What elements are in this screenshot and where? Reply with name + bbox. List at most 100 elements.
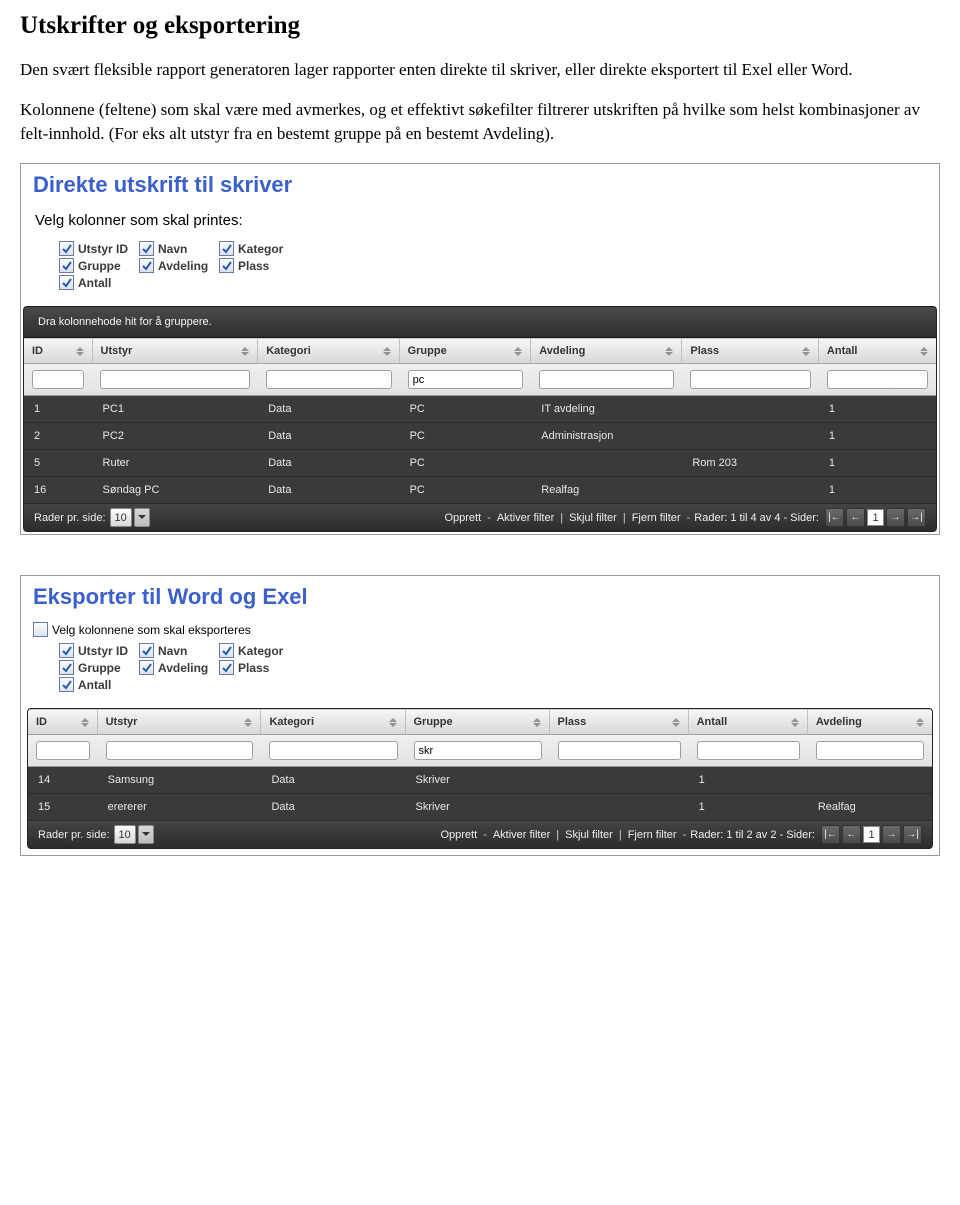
first-page-button[interactable]: |← <box>821 825 840 844</box>
fjern-filter-link[interactable]: Fjern filter <box>628 829 677 841</box>
aktiver-filter-link[interactable]: Aktiver filter <box>493 829 550 841</box>
table-cell: Administrasjon <box>531 423 682 449</box>
filter-gruppe[interactable] <box>414 741 542 760</box>
table-cell: IT avdeling <box>531 396 682 422</box>
filter-antall[interactable] <box>697 741 800 760</box>
table-cell: Data <box>261 767 405 793</box>
prev-page-button[interactable]: ← <box>842 825 861 844</box>
export-outer-checkbox[interactable]: Velg kolonnene som skal eksporteres <box>21 614 939 639</box>
skjul-filter-link[interactable]: Skjul filter <box>569 512 617 524</box>
cb-kategor[interactable]: Kategor <box>219 643 293 658</box>
sort-icon <box>81 718 89 727</box>
col-utstyr[interactable]: Utstyr <box>93 339 259 363</box>
rows-per-page-select[interactable]: 10 <box>114 825 136 844</box>
sort-icon <box>244 718 252 727</box>
filter-plass[interactable] <box>558 741 681 760</box>
table-row[interactable]: 5RuterDataPCRom 2031 <box>24 450 936 477</box>
cb-antall[interactable]: Antall <box>59 677 133 692</box>
table-cell: erererer <box>98 794 262 820</box>
col-gruppe[interactable]: Gruppe <box>406 710 550 734</box>
cb-plass[interactable]: Plass <box>219 660 293 675</box>
col-kategori[interactable]: Kategori <box>258 339 399 363</box>
cb-plass[interactable]: Plass <box>219 258 293 273</box>
intro-paragraph-2: Kolonnene (feltene) som skal være med av… <box>20 98 940 146</box>
filter-avdeling[interactable] <box>539 370 674 389</box>
check-icon <box>59 643 74 658</box>
prev-page-button[interactable]: ← <box>846 508 865 527</box>
col-avdeling[interactable]: Avdeling <box>808 710 932 734</box>
col-antall[interactable]: Antall <box>689 710 808 734</box>
col-id[interactable]: ID <box>24 339 93 363</box>
filter-antall[interactable] <box>827 370 928 389</box>
check-icon <box>59 258 74 273</box>
cb-navn[interactable]: Navn <box>139 241 213 256</box>
sort-icon <box>791 718 799 727</box>
filter-id[interactable] <box>36 741 90 760</box>
check-icon <box>139 643 154 658</box>
filter-utstyr[interactable] <box>100 370 250 389</box>
table-row[interactable]: 14SamsungDataSkriver1 <box>28 767 932 794</box>
filter-id[interactable] <box>32 370 84 389</box>
filter-plass[interactable] <box>690 370 811 389</box>
table-cell: 2 <box>24 423 93 449</box>
table-cell: 1 <box>819 477 936 503</box>
table-cell: 14 <box>28 767 98 793</box>
checkbox-empty-icon <box>33 622 48 637</box>
table-cell: PC <box>400 450 532 476</box>
sort-icon <box>665 347 673 356</box>
table-row[interactable]: 16Søndag PCDataPCRealfag1 <box>24 477 936 504</box>
last-page-button[interactable]: →| <box>903 825 922 844</box>
table-cell: PC <box>400 477 532 503</box>
filter-utstyr[interactable] <box>106 741 254 760</box>
col-avdeling[interactable]: Avdeling <box>531 339 682 363</box>
cb-avdeling[interactable]: Avdeling <box>139 660 213 675</box>
filter-kategori[interactable] <box>266 370 391 389</box>
cb-avdeling[interactable]: Avdeling <box>139 258 213 273</box>
rows-info: Rader: 1 til 2 av 2 - Sider: <box>690 829 815 841</box>
col-antall[interactable]: Antall <box>819 339 936 363</box>
table-row[interactable]: 2PC2DataPCAdministrasjon1 <box>24 423 936 450</box>
fjern-filter-link[interactable]: Fjern filter <box>632 512 681 524</box>
print-checkbox-group: Utstyr ID Navn Kategor Gruppe Avdeling P… <box>21 237 939 306</box>
next-page-button[interactable]: → <box>886 508 905 527</box>
cb-gruppe[interactable]: Gruppe <box>59 258 133 273</box>
chevron-down-icon[interactable] <box>138 825 154 844</box>
last-page-button[interactable]: →| <box>907 508 926 527</box>
sort-icon <box>514 347 522 356</box>
first-page-button[interactable]: |← <box>825 508 844 527</box>
col-kategori[interactable]: Kategori <box>261 710 405 734</box>
aktiver-filter-link[interactable]: Aktiver filter <box>497 512 554 524</box>
opprett-link[interactable]: Opprett <box>440 829 477 841</box>
cb-navn[interactable]: Navn <box>139 643 213 658</box>
table-cell <box>531 450 682 476</box>
col-plass[interactable]: Plass <box>550 710 689 734</box>
check-icon <box>59 677 74 692</box>
cb-gruppe[interactable]: Gruppe <box>59 660 133 675</box>
table-cell: 1 <box>689 767 808 793</box>
col-id[interactable]: ID <box>28 710 98 734</box>
check-icon <box>139 258 154 273</box>
col-utstyr[interactable]: Utstyr <box>98 710 262 734</box>
rows-per-page-select[interactable]: 10 <box>110 508 132 527</box>
opprett-link[interactable]: Opprett <box>444 512 481 524</box>
cb-kategor[interactable]: Kategor <box>219 241 293 256</box>
col-gruppe[interactable]: Gruppe <box>400 339 532 363</box>
page-title: Utskrifter og eksportering <box>20 12 940 40</box>
table-cell: Søndag PC <box>93 477 259 503</box>
check-icon <box>59 275 74 290</box>
cb-utstyr-id[interactable]: Utstyr ID <box>59 643 133 658</box>
filter-gruppe[interactable] <box>408 370 524 389</box>
cb-utstyr-id[interactable]: Utstyr ID <box>59 241 133 256</box>
table-cell: Skriver <box>406 767 550 793</box>
group-by-bar[interactable]: Dra kolonnehode hit for å gruppere. <box>24 307 936 338</box>
chevron-down-icon[interactable] <box>134 508 150 527</box>
skjul-filter-link[interactable]: Skjul filter <box>565 829 613 841</box>
filter-kategori[interactable] <box>269 741 397 760</box>
table-cell: PC <box>400 396 532 422</box>
table-row[interactable]: 1PC1DataPCIT avdeling1 <box>24 396 936 423</box>
table-row[interactable]: 15ererererDataSkriver1Realfag <box>28 794 932 821</box>
cb-antall[interactable]: Antall <box>59 275 133 290</box>
next-page-button[interactable]: → <box>882 825 901 844</box>
filter-avdeling[interactable] <box>816 741 924 760</box>
col-plass[interactable]: Plass <box>682 339 819 363</box>
